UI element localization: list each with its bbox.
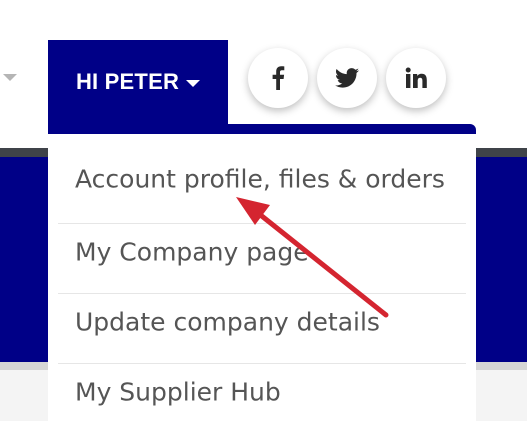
menu-item-company-page[interactable]: My Company page xyxy=(58,224,466,294)
facebook-button[interactable] xyxy=(248,48,308,108)
facebook-icon xyxy=(272,66,285,90)
menu-item-update-company[interactable]: Update company details xyxy=(58,294,466,364)
twitter-icon xyxy=(335,68,359,88)
twitter-button[interactable] xyxy=(317,48,377,108)
chevron-down-icon[interactable] xyxy=(3,74,17,81)
menu-item-supplier-hub[interactable]: My Supplier Hub xyxy=(58,364,466,434)
user-greeting: HI PETER xyxy=(75,69,180,94)
menu-item-label: My Company page xyxy=(75,237,309,267)
user-dropdown-menu: Account profile, files & orders My Compa… xyxy=(48,124,476,421)
user-menu-toggle[interactable]: HI PETER xyxy=(48,40,228,124)
menu-item-label: Update company details xyxy=(75,307,380,337)
linkedin-button[interactable] xyxy=(386,48,446,108)
linkedin-icon xyxy=(405,67,427,88)
menu-item-account-profile[interactable]: Account profile, files & orders xyxy=(58,155,466,224)
menu-item-label: My Supplier Hub xyxy=(75,377,281,407)
caret-down-icon xyxy=(186,79,201,87)
menu-item-label: Account profile, files & orders xyxy=(75,164,445,194)
